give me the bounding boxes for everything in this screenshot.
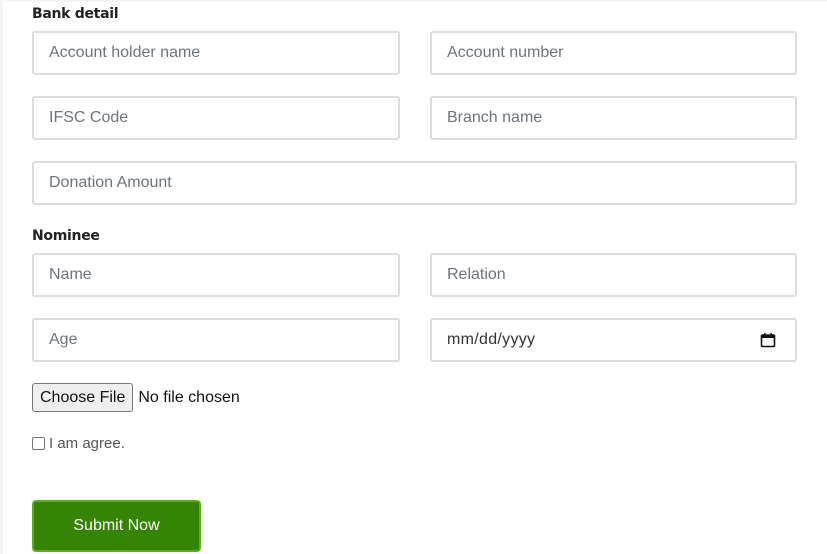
nominee-heading: Nominee	[32, 228, 100, 244]
file-upload: Choose File No file chosen	[32, 383, 240, 412]
branch-name-input[interactable]	[430, 96, 797, 140]
agree-checkbox[interactable]	[32, 437, 45, 450]
page-top-edge	[0, 0, 827, 2]
nominee-relation-input[interactable]	[430, 253, 797, 297]
date-placeholder: mm/dd/yyyy	[447, 331, 536, 348]
page-edge	[0, 0, 3, 554]
nominee-name-input[interactable]	[32, 253, 400, 297]
ifsc-code-input[interactable]	[32, 96, 400, 140]
submit-button[interactable]: Submit Now	[32, 500, 201, 552]
donation-amount-input[interactable]	[32, 161, 797, 205]
calendar-icon[interactable]	[760, 332, 776, 348]
account-holder-name-input[interactable]	[32, 31, 400, 75]
nominee-date-input[interactable]: mm/dd/yyyy	[430, 318, 797, 362]
agree-label: I am agree.	[49, 435, 125, 452]
bank-detail-heading: Bank detail	[32, 6, 119, 22]
account-number-input[interactable]	[430, 31, 797, 75]
agreement-row: I am agree.	[32, 435, 125, 452]
choose-file-button[interactable]: Choose File	[32, 383, 134, 412]
file-status: No file chosen	[138, 388, 240, 406]
nominee-age-input[interactable]	[32, 318, 400, 362]
